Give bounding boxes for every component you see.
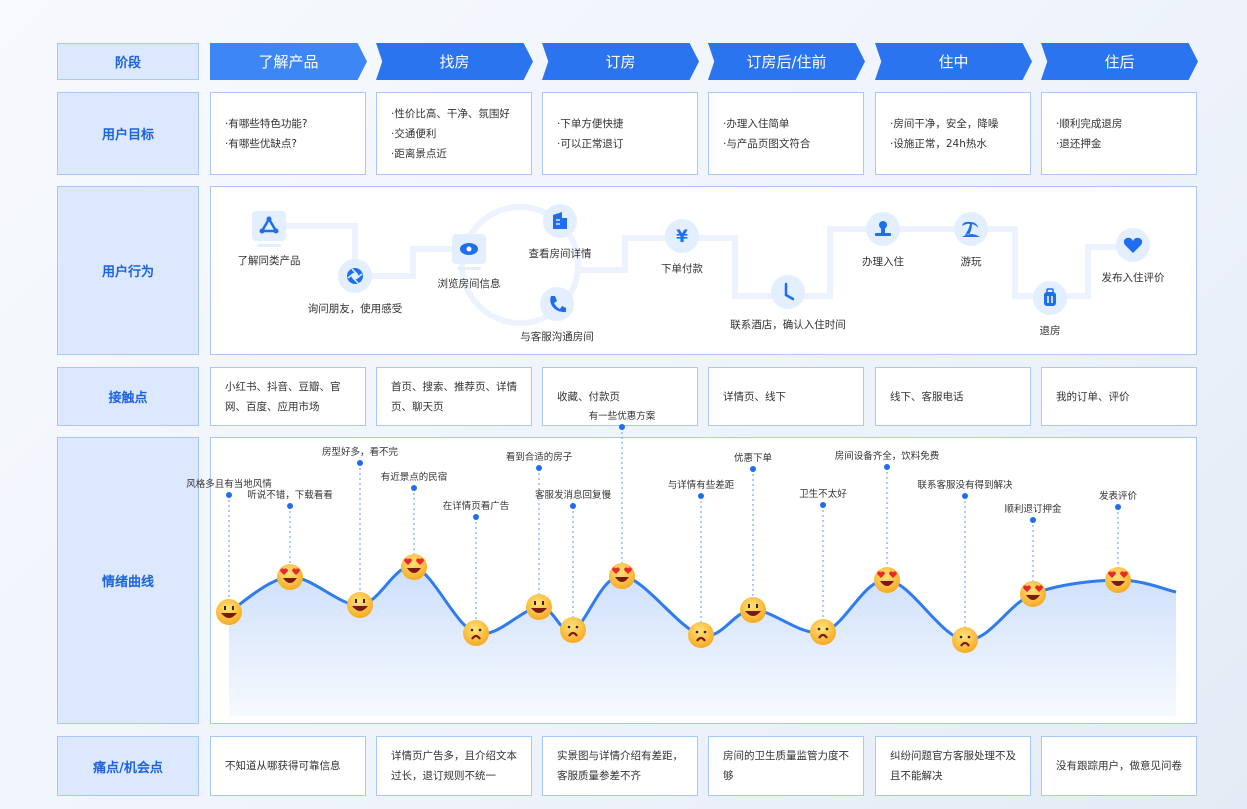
smile-face-icon xyxy=(216,599,242,625)
emotion-dot xyxy=(226,492,232,498)
love-face-icon xyxy=(401,554,427,580)
emotion-label: 联系客服没有得到解决 xyxy=(917,480,1013,491)
sad-face-icon xyxy=(688,622,714,648)
love-face-icon xyxy=(874,567,900,593)
smile-face-icon xyxy=(347,592,373,618)
sad-face-icon xyxy=(810,619,836,645)
love-face-icon xyxy=(1020,581,1046,607)
emotion-label: 有近景点的民宿 xyxy=(380,472,448,483)
emotion-dot xyxy=(884,464,890,470)
emotion-dot xyxy=(1115,504,1121,510)
smile-face-icon xyxy=(526,594,552,620)
emotion-dot xyxy=(619,424,625,430)
emotion-label: 有一些优惠方案 xyxy=(588,411,656,422)
emotion-dot xyxy=(357,460,363,466)
sad-face-icon xyxy=(463,620,489,646)
emotion-label: 优惠下单 xyxy=(733,453,773,464)
emotion-label: 发表评价 xyxy=(1098,491,1138,502)
emotion-label: 看到合适的房子 xyxy=(505,452,573,463)
emotion-dot xyxy=(1030,517,1036,523)
love-face-icon xyxy=(277,564,303,590)
emotion-curve-chart xyxy=(216,424,1177,716)
emotion-dot xyxy=(750,466,756,472)
emotion-dot xyxy=(570,503,576,509)
emotion-label: 客服发消息回复慢 xyxy=(534,490,612,501)
love-face-icon xyxy=(1105,567,1131,593)
emotion-dot xyxy=(473,514,479,520)
emotion-dot xyxy=(536,465,542,471)
emotion-label: 与详情有些差距 xyxy=(667,480,735,491)
emotion-dot xyxy=(698,493,704,499)
smile-face-icon xyxy=(740,597,766,623)
sad-face-icon xyxy=(560,617,586,643)
emotion-label: 听说不错，下载看看 xyxy=(247,490,333,501)
emotion-label: 房型好多，看不完 xyxy=(321,447,399,458)
emotion-dot xyxy=(411,485,417,491)
love-face-icon xyxy=(609,563,635,589)
emotion-label: 房间设备齐全，饮料免费 xyxy=(834,451,940,462)
sad-face-icon xyxy=(952,627,978,653)
emotion-label: 顺利退订押金 xyxy=(1004,504,1062,515)
emotion-dot xyxy=(820,502,826,508)
emotion-label: 卫生不太好 xyxy=(799,489,847,500)
emotion-label: 在详情页看广告 xyxy=(442,501,510,512)
emotion-dot xyxy=(962,493,968,499)
emotion-dot xyxy=(287,503,293,509)
